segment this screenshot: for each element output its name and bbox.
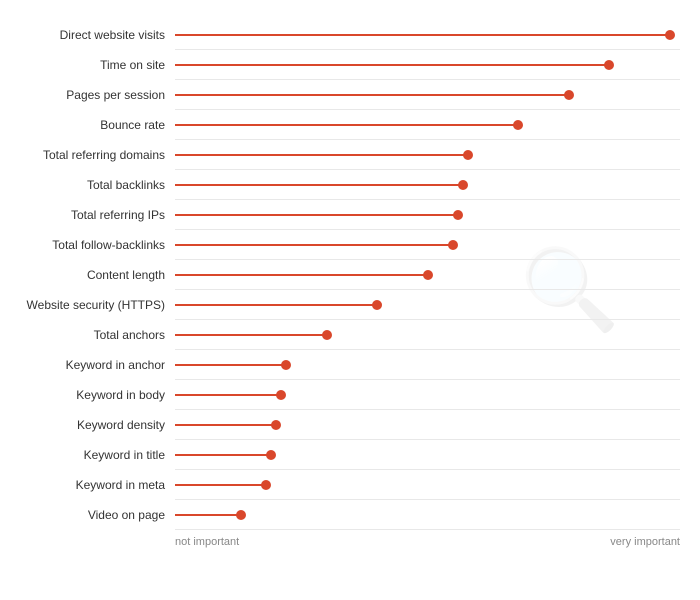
chart-row: Keyword in title	[10, 440, 680, 470]
bar-dot	[458, 180, 468, 190]
chart-row: Bounce rate	[10, 110, 680, 140]
row-label: Total follow-backlinks	[10, 238, 175, 252]
bar-area	[175, 110, 680, 140]
bar-dot	[276, 390, 286, 400]
row-label: Total backlinks	[10, 178, 175, 192]
bar-line	[175, 274, 428, 276]
chart-row: Content length	[10, 260, 680, 290]
bar-area	[175, 230, 680, 260]
bar-area	[175, 470, 680, 500]
bar-line	[175, 184, 463, 186]
row-label: Keyword in title	[10, 448, 175, 462]
chart-row: Total referring IPs	[10, 200, 680, 230]
row-label: Keyword in anchor	[10, 358, 175, 372]
row-label: Video on page	[10, 508, 175, 522]
bar-dot	[453, 210, 463, 220]
bar-line	[175, 454, 271, 456]
bar-area	[175, 290, 680, 320]
chart-container: 🔍 Direct website visitsTime on sitePages…	[0, 0, 700, 580]
bar-dot	[236, 510, 246, 520]
axis-right-label: very important	[610, 536, 680, 548]
bar-dot	[513, 120, 523, 130]
bar-area	[175, 170, 680, 200]
chart-row: Website security (HTTPS)	[10, 290, 680, 320]
bar-dot	[564, 90, 574, 100]
bar-dot	[665, 30, 675, 40]
bar-dot	[372, 300, 382, 310]
bar-line	[175, 334, 327, 336]
bar-area	[175, 350, 680, 380]
row-label: Content length	[10, 268, 175, 282]
bar-line	[175, 124, 518, 126]
bar-area	[175, 80, 680, 110]
row-label: Pages per session	[10, 88, 175, 102]
chart-row: Total anchors	[10, 320, 680, 350]
bar-dot	[448, 240, 458, 250]
bar-area	[175, 260, 680, 290]
row-label: Website security (HTTPS)	[10, 298, 175, 312]
bar-line	[175, 64, 609, 66]
bar-area	[175, 140, 680, 170]
bar-area	[175, 200, 680, 230]
chart-row: Total follow-backlinks	[10, 230, 680, 260]
bar-dot	[271, 420, 281, 430]
bar-area	[175, 320, 680, 350]
bar-area	[175, 50, 680, 80]
chart-row: Keyword in body	[10, 380, 680, 410]
bar-line	[175, 484, 266, 486]
bar-dot	[604, 60, 614, 70]
chart-row: Direct website visits	[10, 20, 680, 50]
chart-row: Keyword in meta	[10, 470, 680, 500]
bar-line	[175, 514, 241, 516]
bar-line	[175, 424, 276, 426]
chart-row: Keyword density	[10, 410, 680, 440]
bar-area	[175, 410, 680, 440]
bar-dot	[281, 360, 291, 370]
row-label: Direct website visits	[10, 28, 175, 42]
bar-dot	[266, 450, 276, 460]
row-label: Total anchors	[10, 328, 175, 342]
row-label: Total referring domains	[10, 148, 175, 162]
bar-dot	[261, 480, 271, 490]
chart-row: Total backlinks	[10, 170, 680, 200]
bar-dot	[463, 150, 473, 160]
row-label: Keyword in meta	[10, 478, 175, 492]
bar-area	[175, 440, 680, 470]
chart-row: Pages per session	[10, 80, 680, 110]
chart-row: Total referring domains	[10, 140, 680, 170]
row-label: Keyword in body	[10, 388, 175, 402]
bar-area	[175, 20, 680, 50]
row-label: Time on site	[10, 58, 175, 72]
bar-dot	[322, 330, 332, 340]
bar-line	[175, 304, 377, 306]
chart-row: Time on site	[10, 50, 680, 80]
axis-labels: not important very important	[10, 530, 680, 548]
bar-line	[175, 94, 569, 96]
bar-area	[175, 380, 680, 410]
bar-line	[175, 394, 281, 396]
row-label: Bounce rate	[10, 118, 175, 132]
chart-row: Video on page	[10, 500, 680, 530]
axis-left-label: not important	[175, 536, 239, 548]
bar-line	[175, 244, 453, 246]
bar-line	[175, 214, 458, 216]
bar-line	[175, 364, 286, 366]
bar-area	[175, 500, 680, 530]
bar-line	[175, 154, 468, 156]
row-label: Keyword density	[10, 418, 175, 432]
chart-row: Keyword in anchor	[10, 350, 680, 380]
row-label: Total referring IPs	[10, 208, 175, 222]
bar-line	[175, 34, 670, 36]
rows-container: Direct website visits Time on site Pages p…	[10, 20, 680, 530]
bar-dot	[423, 270, 433, 280]
